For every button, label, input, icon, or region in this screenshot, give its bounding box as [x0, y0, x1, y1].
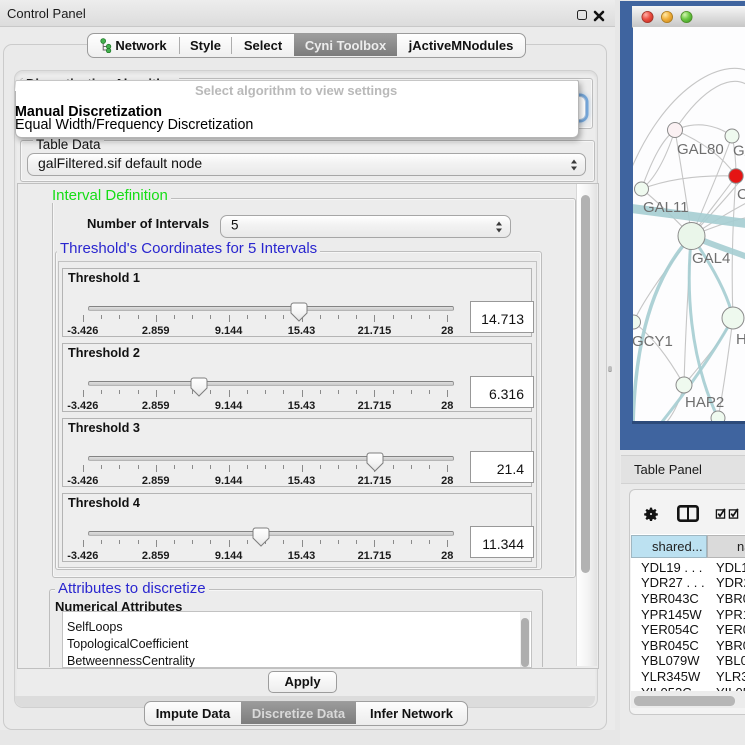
svg-text:GAL11: GAL11 — [643, 199, 689, 216]
svg-text:H: H — [736, 331, 745, 348]
svg-text:GAL4: GAL4 — [692, 250, 730, 267]
svg-text:GA: GA — [733, 143, 745, 160]
svg-text:GAL80: GAL80 — [677, 141, 724, 158]
svg-text:GCY1: GCY1 — [633, 333, 673, 350]
svg-text:C: C — [737, 186, 745, 203]
svg-text:HAP2: HAP2 — [685, 394, 724, 411]
